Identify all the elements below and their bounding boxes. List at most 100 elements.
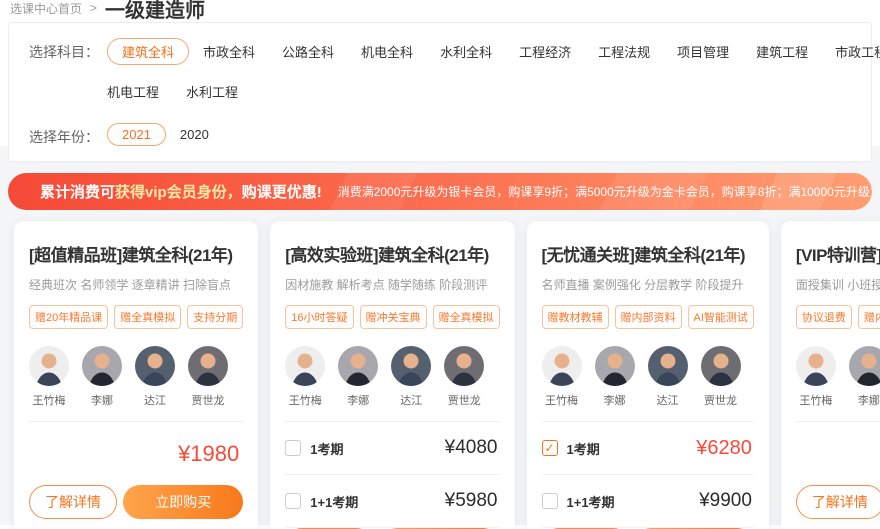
teacher[interactable]: 贾世龙: [444, 346, 484, 408]
course-option-row: 1+1考期 ¥9900: [542, 475, 754, 528]
subject-option[interactable]: 水利工程: [186, 78, 238, 105]
teacher-avatar: [542, 346, 582, 386]
teacher[interactable]: 李娜: [595, 346, 635, 408]
teacher[interactable]: 达江: [648, 346, 688, 408]
year-option[interactable]: 2020: [180, 123, 209, 146]
subject-option[interactable]: 公路全科: [282, 38, 334, 65]
teacher-name: 贾世龙: [444, 392, 484, 408]
teacher[interactable]: 贾世龙: [188, 346, 228, 408]
course-card-list: [超值精品班]建筑全科(21年) 经典班次 名师领学 逐章精讲 扫除盲点 赠20…: [14, 221, 866, 529]
subject-option[interactable]: 工程法规: [598, 38, 650, 65]
teacher[interactable]: 达江: [391, 346, 431, 408]
breadcrumb: 选课中心首页 > 一级建造师: [0, 0, 880, 20]
buy-button[interactable]: 立即购买: [123, 485, 243, 519]
course-tag: 赠内部资料: [858, 305, 880, 329]
subject-option[interactable]: 水利全科: [440, 38, 492, 65]
course-title: [无忧通关班]建筑全科(21年): [542, 241, 754, 266]
course-tag: 赠教材教辅: [542, 305, 609, 329]
breadcrumb-home-link[interactable]: 选课中心首页: [10, 0, 82, 17]
vip-banner-headline: 累计消费可获得vip会员身份，购课更优惠!: [40, 181, 322, 202]
subject-filter-label: 选择科目：: [29, 38, 107, 105]
teacher[interactable]: 王竹梅: [796, 346, 836, 408]
teacher-name: 达江: [648, 392, 688, 408]
subject-option[interactable]: 建筑工程: [756, 38, 808, 65]
course-tag: AI智能测试: [688, 305, 754, 329]
page-title: 一级建造师: [105, 0, 205, 23]
subject-options: 建筑全科 市政全科 公路全科 机电全科 水利全科 工程经济 工程法规 项目管理 …: [107, 38, 880, 105]
course-title: [超值精品班]建筑全科(21年): [29, 241, 243, 266]
teacher-name: 贾世龙: [188, 392, 228, 408]
teacher-name: 李娜: [849, 392, 880, 408]
option-checkbox[interactable]: [542, 493, 558, 509]
course-tags: 赠教材教辅 赠内部资料 AI智能测试: [542, 305, 754, 329]
option-label: 1+1考期: [567, 492, 615, 511]
subject-option[interactable]: 项目管理: [677, 38, 729, 65]
subject-option[interactable]: 市政工程: [835, 38, 880, 65]
filter-panel: 选择科目： 建筑全科 市政全科 公路全科 机电全科 水利全科 工程经济 工程法规…: [8, 22, 872, 162]
teacher-name: 李娜: [82, 392, 122, 408]
course-tags: 赠20年精品课 赠全真模拟 支持分期: [29, 305, 243, 329]
subject-option[interactable]: 机电工程: [107, 78, 159, 105]
teacher-avatar: [444, 346, 484, 386]
course-tag: 赠20年精品课: [29, 305, 108, 329]
option-label: 1考期: [567, 439, 600, 458]
teacher-avatar: [701, 346, 741, 386]
option-checkbox[interactable]: [285, 493, 301, 509]
option-label: 1+1考期: [310, 492, 358, 511]
course-card: [VIP特训营]建筑全科(21年) 面授集训 小班授课 严管督学 服务升级 协议…: [781, 221, 880, 529]
option-checkbox-checked[interactable]: ✓: [542, 440, 558, 456]
subject-filter-row: 选择科目： 建筑全科 市政全科 公路全科 机电全科 水利全科 工程经济 工程法规…: [29, 38, 857, 105]
teacher[interactable]: 达江: [135, 346, 175, 408]
teacher-avatar: [82, 346, 122, 386]
teacher[interactable]: 李娜: [849, 346, 880, 408]
teacher[interactable]: 李娜: [82, 346, 122, 408]
subject-option[interactable]: 工程经济: [519, 38, 571, 65]
option-price: ¥9900: [699, 490, 754, 512]
course-tag: 赠冲关宝典: [360, 305, 427, 329]
subject-options-line1: 建筑全科 市政全科 公路全科 机电全科 水利全科 工程经济 工程法规 项目管理 …: [107, 38, 880, 65]
subject-option[interactable]: 市政全科: [203, 38, 255, 65]
subject-options-line2: 机电工程 水利工程: [107, 78, 880, 105]
teacher-avatar: [849, 346, 880, 386]
option-price: ¥6280: [696, 437, 754, 460]
detail-button[interactable]: 了解详情: [796, 485, 880, 519]
subject-option-selected[interactable]: 建筑全科: [107, 38, 189, 65]
teacher-name: 王竹梅: [285, 392, 325, 408]
course-tag: 赠全真模拟: [433, 305, 500, 329]
teacher[interactable]: 李娜: [338, 346, 378, 408]
teacher-list: 王竹梅 李娜 达江 贾世龙: [542, 346, 754, 408]
teacher-name: 王竹梅: [542, 392, 582, 408]
course-subtitle: 名师直播 案例强化 分层教学 阶段提升: [542, 276, 754, 293]
teacher[interactable]: 贾世龙: [701, 346, 741, 408]
teacher-name: 王竹梅: [29, 392, 69, 408]
course-subtitle: 经典班次 名师领学 逐章精讲 扫除盲点: [29, 276, 243, 293]
teacher-name: 李娜: [338, 392, 378, 408]
course-card: [无忧通关班]建筑全科(21年) 名师直播 案例强化 分层教学 阶段提升 赠教材…: [527, 221, 769, 529]
teacher[interactable]: 王竹梅: [542, 346, 582, 408]
teacher-avatar: [391, 346, 431, 386]
option-price: ¥5980: [445, 490, 500, 512]
teacher[interactable]: 王竹梅: [29, 346, 69, 408]
teacher-list: 王竹梅 李娜 达江 贾世龙: [29, 346, 243, 408]
vip-banner-highlight: 获得vip会员身份，: [115, 184, 242, 201]
price-area: ¥22980: [796, 422, 880, 485]
course-tags: 16小时答疑 赠冲关宝典 赠全真模拟: [285, 305, 499, 329]
detail-button[interactable]: 了解详情: [29, 485, 117, 519]
teacher-list: 王竹梅 李娜 达江 贾世龙: [285, 346, 499, 408]
teacher[interactable]: 王竹梅: [285, 346, 325, 408]
teacher-avatar: [29, 346, 69, 386]
option-label: 1考期: [310, 439, 343, 458]
course-tag: 赠全真模拟: [114, 305, 181, 329]
teacher-avatar: [648, 346, 688, 386]
price-area: 1考期 ¥4080 1+1考期 ¥5980: [285, 422, 499, 528]
card-actions: 了解详情 立即购买: [29, 485, 243, 519]
year-options: 2021 2020: [107, 123, 857, 147]
teacher-avatar: [338, 346, 378, 386]
teacher-avatar: [188, 346, 228, 386]
subject-option[interactable]: 机电全科: [361, 38, 413, 65]
vip-banner[interactable]: 累计消费可获得vip会员身份，购课更优惠! 消费满2000元升级为银卡会员，购课…: [8, 173, 872, 210]
price-area: ¥1980: [29, 422, 243, 485]
option-checkbox[interactable]: [285, 440, 301, 456]
course-tags: 协议退费 赠内部资料 赠面授讲义: [796, 305, 880, 329]
year-option-selected[interactable]: 2021: [107, 123, 166, 146]
